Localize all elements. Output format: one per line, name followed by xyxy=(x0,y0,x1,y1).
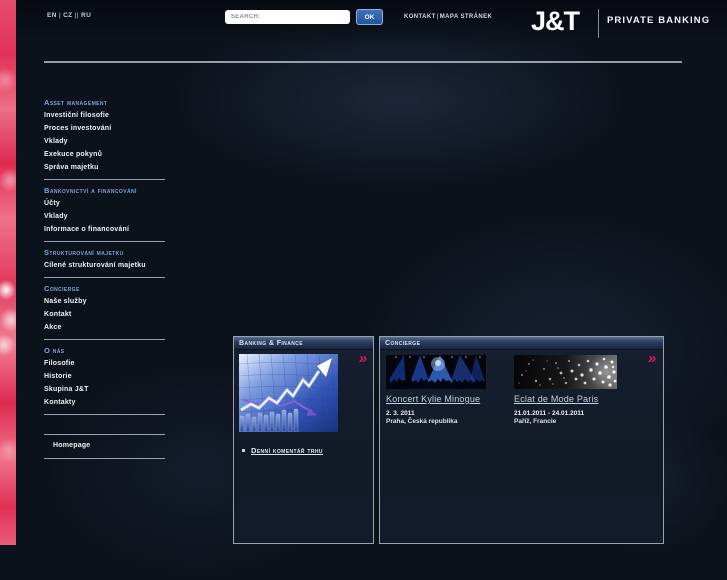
sidebar-divider xyxy=(44,241,165,242)
lang-en[interactable]: EN xyxy=(47,12,57,19)
event-date: 2. 3. 2011 xyxy=(386,410,415,417)
sidebar-item-vklady-asset[interactable]: Vklady xyxy=(44,135,165,148)
sidebar-item-informace-o-financovani[interactable]: Informace o financování xyxy=(44,223,165,236)
jt-logo: J&T PRIVATE BANKING xyxy=(531,6,709,42)
concierge-panel: Concierge » Koncert Kylie Minogue 2. 3. … xyxy=(379,336,664,544)
homepage-link[interactable]: Homepage xyxy=(44,439,165,453)
double-chevron-right-icon[interactable]: » xyxy=(646,350,657,367)
sparkle-photo[interactable] xyxy=(514,355,617,389)
sidebar-divider xyxy=(44,458,165,459)
concierge-panel-title: Concierge xyxy=(380,337,663,350)
sidebar-divider xyxy=(44,434,165,435)
floral-side-strip xyxy=(0,0,16,545)
sitemap-link[interactable]: MAPA STRÁNEK xyxy=(440,14,492,20)
event-title-link[interactable]: Eclat de Mode Paris xyxy=(514,394,598,404)
banking-finance-panel: Banking & Finance » Denní komentář trhu xyxy=(233,336,374,544)
sidebar-item-historie[interactable]: Historie xyxy=(44,370,165,383)
event-card: Koncert Kylie Minogue 2. 3. 2011 Praha, … xyxy=(386,355,498,425)
sidebar-item-kontakty[interactable]: Kontakty xyxy=(44,396,165,409)
sidebar-item-sprava-majetku[interactable]: Správa majetku xyxy=(44,161,165,174)
sidebar-item-exekuce-pokynu[interactable]: Exekuce pokynů xyxy=(44,148,165,161)
sidebar-divider xyxy=(44,277,165,278)
lang-cz[interactable]: CZ xyxy=(63,12,72,19)
header-divider xyxy=(44,61,682,63)
banking-panel-title: Banking & Finance xyxy=(234,337,373,350)
sidebar-divider xyxy=(44,339,165,340)
search-input[interactable] xyxy=(225,10,350,24)
contact-link[interactable]: KONTAKT xyxy=(404,14,436,20)
search-ok-button[interactable]: OK xyxy=(356,9,383,25)
jt-logo-brand: J&T xyxy=(531,6,580,36)
event-card: Eclat de Mode Paris 21.01.2011 - 24.01.2… xyxy=(514,355,626,425)
logo-divider xyxy=(598,9,599,38)
language-switcher: EN | CZ || RU xyxy=(47,12,91,19)
banking-link-row: Denní komentář trhu xyxy=(242,446,323,455)
daily-market-commentary-link[interactable]: Denní komentář trhu xyxy=(251,446,323,455)
event-date: 21.01.2011 - 24.01.2011 xyxy=(514,410,585,417)
event-location: Praha, Česká republika xyxy=(386,418,458,425)
sidebar-item-akce[interactable]: Akce xyxy=(44,321,165,334)
sidebar-divider xyxy=(44,179,165,180)
sidebar-navigation: Asset management Investiční filosofie Pr… xyxy=(44,96,165,463)
bullet-icon xyxy=(242,449,245,452)
lang-ru[interactable]: RU xyxy=(81,12,91,19)
sidebar-section-bankovnictvi[interactable]: Bankovnictví a financování xyxy=(44,184,165,197)
concert-photo[interactable] xyxy=(386,355,486,389)
sidebar-divider xyxy=(44,414,165,415)
event-title-link[interactable]: Koncert Kylie Minogue xyxy=(386,394,480,404)
sidebar-item-skupina-jt[interactable]: Skupina J&T xyxy=(44,383,165,396)
sidebar-item-filosofie[interactable]: Filosofie xyxy=(44,357,165,370)
sidebar-item-vklady-banking[interactable]: Vklady xyxy=(44,210,165,223)
lang-separator: || xyxy=(74,12,79,19)
sidebar-section-concierge[interactable]: Concierge xyxy=(44,282,165,295)
event-location: Paříž, Francie xyxy=(514,418,557,425)
double-chevron-right-icon[interactable]: » xyxy=(357,350,368,367)
sidebar-item-proces-investovani[interactable]: Proces investování xyxy=(44,122,165,135)
sidebar-item-ucty[interactable]: Účty xyxy=(44,197,165,210)
sidebar-item-investicni-filosofie[interactable]: Investiční filosofie xyxy=(44,109,165,122)
sidebar-item-kontakt[interactable]: Kontakt xyxy=(44,308,165,321)
sidebar-section-strukturovani-majetku[interactable]: Strukturování majetku xyxy=(44,246,165,259)
sidebar-item-cilene-strukturovani[interactable]: Cílené strukturování majetku xyxy=(44,259,165,272)
sidebar-item-nase-sluzby[interactable]: Naše služby xyxy=(44,295,165,308)
jt-logo-tagline: PRIVATE BANKING xyxy=(607,15,711,26)
top-links: KONTAKT|MAPA STRÁNEK xyxy=(404,14,492,20)
sidebar-section-o-nas[interactable]: O nás xyxy=(44,344,165,357)
sidebar-section-asset-management[interactable]: Asset management xyxy=(44,96,165,109)
stock-chart-image[interactable] xyxy=(239,354,338,432)
